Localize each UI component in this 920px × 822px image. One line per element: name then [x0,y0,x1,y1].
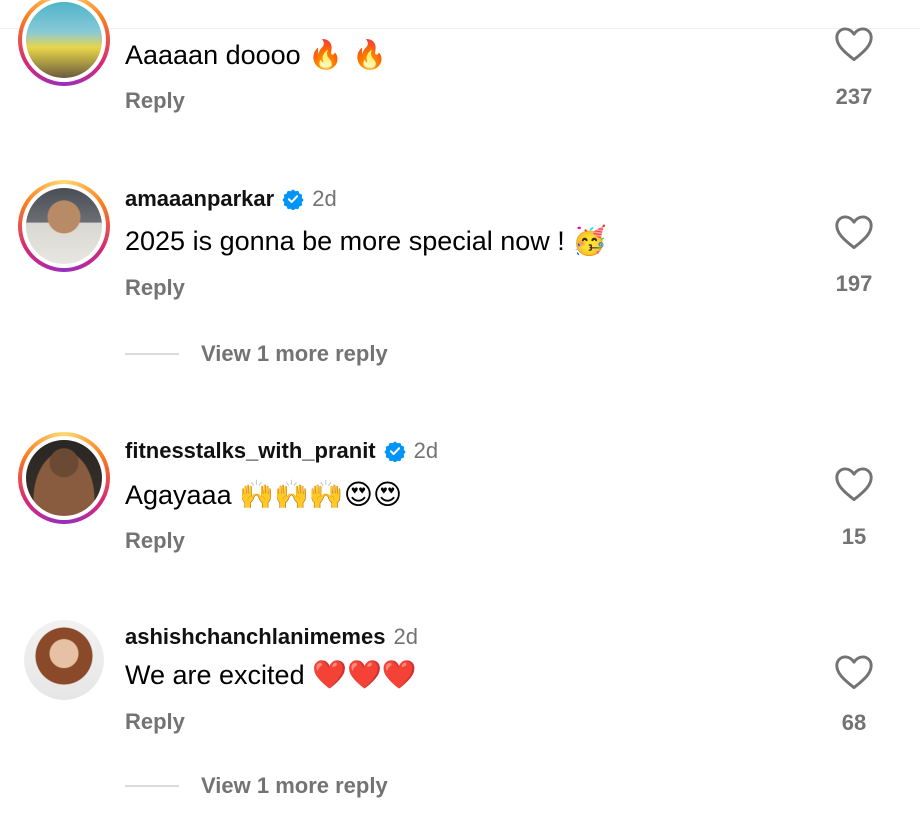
comment-text-content: Aaaaan doooo [125,40,301,70]
comment-header: ashishchanchlanimemes 2d [125,624,418,650]
party-face-emoji: 🥳 [572,224,608,257]
view-more-replies[interactable]: View 1 more reply [125,341,388,367]
reply-button[interactable]: Reply [125,275,185,301]
like-count: 237 [835,84,873,109]
comment-header: fitnesstalks_with_pranit 2d [125,438,438,464]
heart-icon[interactable] [834,466,874,502]
raising-hands-emoji: 🙌🙌🙌😍😍 [239,478,403,511]
thread-line [125,785,179,787]
comment-item: amaaanparkar 2d 2025 is gonna be more sp… [0,180,920,310]
comment-text: 2025 is gonna be more special now ! 🥳 [125,224,607,257]
avatar[interactable] [18,0,110,86]
avatar[interactable] [18,432,110,524]
like-count: 15 [841,524,867,549]
fitness-avatar-image [26,440,102,516]
comment-item: fitnesstalks_with_pranit 2d Agayaaa 🙌🙌🙌😍… [0,432,920,562]
heart-icon[interactable] [834,214,874,250]
red-heart-emoji: ❤️❤️❤️ [312,658,417,691]
like-count: 197 [835,271,873,296]
verified-badge-icon [384,441,406,462]
reply-button[interactable]: Reply [125,528,185,554]
comment-text: Agayaaa 🙌🙌🙌😍😍 [125,478,402,511]
man-avatar-image [26,188,102,264]
comment-item: Aaaaan doooo 🔥 🔥 Reply 237 [0,0,920,130]
view-more-label[interactable]: View 1 more reply [201,341,388,367]
comment-text-content: 2025 is gonna be more special now ! [125,226,565,256]
heart-icon[interactable] [834,26,874,62]
avatar[interactable] [18,180,110,272]
reply-button[interactable]: Reply [125,709,185,735]
thread-line [125,353,179,355]
comment-item: ashishchanchlanimemes 2d We are excited … [0,618,920,748]
comment-timestamp: 2d [393,624,418,649]
username-link[interactable]: amaaanparkar [125,186,274,212]
like-count: 68 [841,710,867,735]
comment-timestamp: 2d [413,438,439,463]
comment-timestamp: 2d [312,186,337,211]
view-more-label[interactable]: View 1 more reply [201,773,388,799]
comment-text-content: Agayaaa [125,480,232,510]
heart-icon[interactable] [834,654,874,690]
cartoon-avatar-image [26,2,102,78]
fire-emoji: 🔥 🔥 [308,38,387,71]
username-link[interactable]: fitnesstalks_with_pranit [125,438,376,464]
verified-badge-icon [282,189,304,210]
comment-text-content: We are excited [125,660,305,690]
comment-text: Aaaaan doooo 🔥 🔥 [125,38,387,71]
view-more-replies[interactable]: View 1 more reply [125,773,388,799]
reply-button[interactable]: Reply [125,88,185,114]
curly-hair-avatar-image [24,620,104,700]
comment-text: We are excited ❤️❤️❤️ [125,658,417,691]
comment-header: amaaanparkar 2d [125,186,337,212]
avatar[interactable] [24,620,104,700]
username-link[interactable]: ashishchanchlanimemes [125,624,385,650]
